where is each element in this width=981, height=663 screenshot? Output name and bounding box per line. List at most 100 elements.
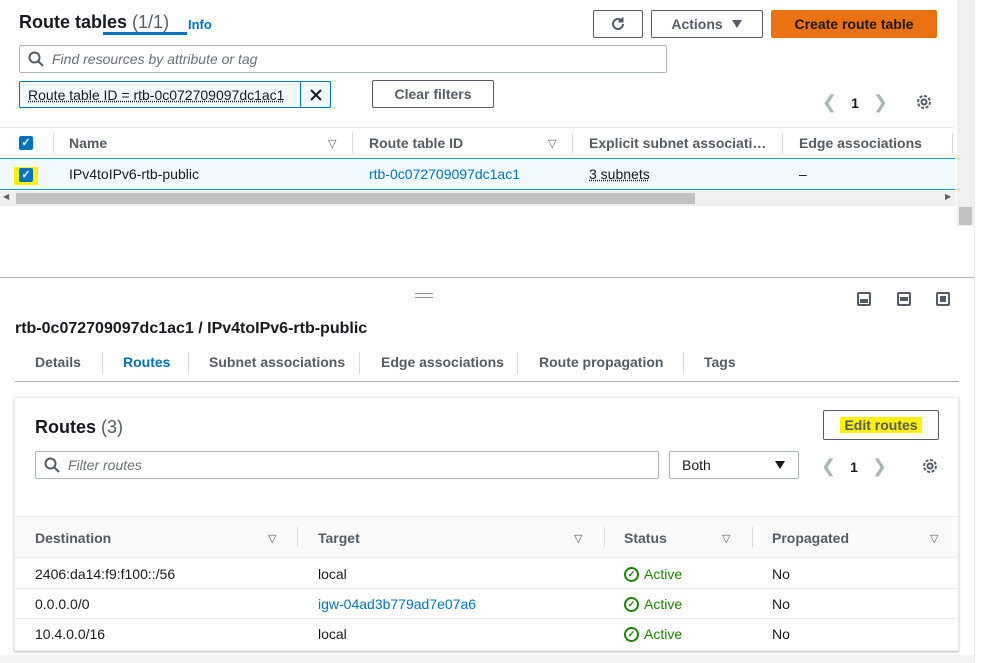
chevron-right-icon[interactable]: ❯	[873, 92, 888, 113]
column-header-propagated[interactable]: Propagated	[772, 530, 849, 546]
panel-fullscreen-icon[interactable]	[936, 292, 950, 306]
refresh-button[interactable]	[593, 10, 643, 38]
page-number[interactable]: 1	[850, 459, 858, 475]
route-target-link[interactable]: igw-04ad3b779ad7e07a6	[318, 596, 476, 612]
search-input[interactable]	[52, 51, 627, 67]
table-row[interactable]: ✓ IPv4toIPv6-rtb-public rtb-0c072709097d…	[0, 158, 955, 190]
refresh-icon	[612, 17, 624, 30]
tab-subnet-associations[interactable]: Subnet associations	[209, 354, 345, 370]
actions-button[interactable]: Actions	[651, 10, 763, 38]
sort-caret-icon[interactable]: ▽	[574, 532, 582, 545]
search-icon	[28, 51, 44, 67]
gear-icon[interactable]	[915, 93, 933, 111]
route-destination: 0.0.0.0/0	[35, 596, 90, 612]
column-header-route-table-id[interactable]: Route table ID	[369, 135, 463, 151]
scroll-right-icon[interactable]: ▶	[945, 192, 951, 201]
sort-caret-icon[interactable]: ▽	[328, 137, 336, 150]
chevron-left-icon[interactable]: ❮	[821, 456, 836, 477]
edit-routes-button[interactable]: Edit routes	[823, 410, 939, 440]
tab-tags[interactable]: Tags	[704, 354, 736, 370]
filter-routes-field[interactable]	[35, 451, 659, 479]
column-header-edge-associations[interactable]: Edge associations	[799, 135, 922, 151]
filter-token-label[interactable]: Route table ID = rtb-0c072709097dc1ac1	[20, 87, 300, 103]
create-route-table-button[interactable]: Create route table	[771, 10, 937, 38]
status-badge: ✓ Active	[624, 626, 682, 642]
panel-side-icon[interactable]	[897, 292, 911, 306]
edit-routes-label: Edit routes	[840, 417, 922, 433]
clear-filters-button[interactable]: Clear filters	[372, 80, 494, 108]
sort-caret-icon[interactable]: ▽	[268, 532, 276, 545]
route-type-value: Both	[682, 457, 711, 473]
subnet-associations-link[interactable]: 3 subnets	[589, 166, 650, 182]
chevron-right-icon[interactable]: ❯	[872, 456, 887, 477]
table-header: ✓ Name ▽ Route table ID ▽ Explicit subne…	[0, 127, 955, 158]
column-divider	[752, 527, 753, 547]
route-target: local	[318, 626, 347, 642]
select-all-checkbox[interactable]: ✓	[19, 136, 33, 150]
column-divider	[952, 133, 953, 153]
route-propagated: No	[772, 596, 790, 612]
route-status: Active	[644, 596, 683, 612]
column-divider	[572, 133, 573, 153]
split-panel-divider	[0, 277, 974, 278]
routes-pagination: ❮ 1 ❯	[821, 456, 887, 477]
route-propagated: No	[772, 566, 790, 582]
tab-routes[interactable]: Routes	[123, 354, 170, 370]
status-badge: ✓ Active	[624, 596, 682, 612]
tab-separator	[683, 352, 684, 374]
remove-filter-button[interactable]	[300, 82, 330, 107]
gear-icon[interactable]	[921, 457, 939, 475]
table-row: 0.0.0.0/0 igw-04ad3b779ad7e07a6 ✓ Active…	[15, 589, 958, 619]
tab-details[interactable]: Details	[35, 354, 81, 370]
page-number[interactable]: 1	[851, 95, 859, 111]
route-status: Active	[644, 626, 683, 642]
route-type-select[interactable]: Both	[669, 451, 799, 479]
caret-down-icon	[731, 20, 742, 28]
routes-table-header: Destination ▽ Target ▽ Status ▽ Propagat…	[15, 516, 958, 558]
column-divider	[604, 527, 605, 547]
chevron-left-icon[interactable]: ❮	[822, 92, 837, 113]
info-link[interactable]: Info	[188, 17, 212, 32]
active-tab-indicator	[103, 32, 187, 35]
search-icon	[44, 457, 60, 473]
column-header-status[interactable]: Status	[624, 530, 667, 546]
sort-caret-icon[interactable]: ▽	[548, 137, 556, 150]
column-divider	[352, 133, 353, 153]
route-status: Active	[644, 566, 683, 582]
column-divider	[782, 133, 783, 153]
page-title: Route tables (1/1)	[19, 12, 169, 33]
column-header-destination[interactable]: Destination	[35, 530, 111, 546]
sort-caret-icon[interactable]: ▽	[930, 532, 938, 545]
drag-handle-icon[interactable]	[415, 293, 433, 298]
route-destination: 2406:da14:f9:f100::/56	[35, 566, 176, 582]
row-checkbox[interactable]: ✓	[19, 168, 33, 182]
column-header-explicit-subnet[interactable]: Explicit subnet associati…	[589, 135, 766, 151]
edge-associations-value: –	[799, 166, 807, 182]
routes-title: Routes (3)	[35, 417, 123, 438]
routes-count: (3)	[101, 417, 124, 437]
actions-button-label: Actions	[671, 16, 723, 32]
vertical-scrollbar[interactable]	[957, 0, 974, 226]
route-table-id-link[interactable]: rtb-0c072709097dc1ac1	[369, 166, 520, 182]
sort-caret-icon[interactable]: ▽	[722, 532, 730, 545]
panel-bottom-icon[interactable]	[857, 292, 871, 306]
tab-separator	[102, 352, 103, 374]
search-field[interactable]	[19, 45, 667, 73]
check-circle-icon: ✓	[624, 566, 639, 582]
route-propagated: No	[772, 626, 790, 642]
right-gutter	[974, 0, 981, 663]
column-divider	[297, 527, 298, 547]
horizontal-scroll-thumb[interactable]	[16, 193, 695, 204]
vertical-scroll-thumb[interactable]	[959, 207, 972, 225]
scroll-left-icon[interactable]: ◀	[3, 192, 9, 201]
tab-edge-associations[interactable]: Edge associations	[381, 354, 504, 370]
table-row: 2406:da14:f9:f100::/56 local ✓ Active No	[15, 559, 958, 589]
page-title-text: Route tables	[19, 12, 128, 32]
filter-routes-input[interactable]	[68, 457, 621, 473]
column-header-name[interactable]: Name	[69, 135, 107, 151]
tab-route-propagation[interactable]: Route propagation	[539, 354, 663, 370]
details-title: rtb-0c072709097dc1ac1 / IPv4toIPv6-rtb-p…	[15, 320, 368, 337]
routes-panel: Routes (3) Edit routes Both ❮ 1 ❯ Destin…	[14, 397, 959, 651]
column-header-target[interactable]: Target	[318, 530, 360, 546]
caret-down-icon	[775, 461, 785, 469]
